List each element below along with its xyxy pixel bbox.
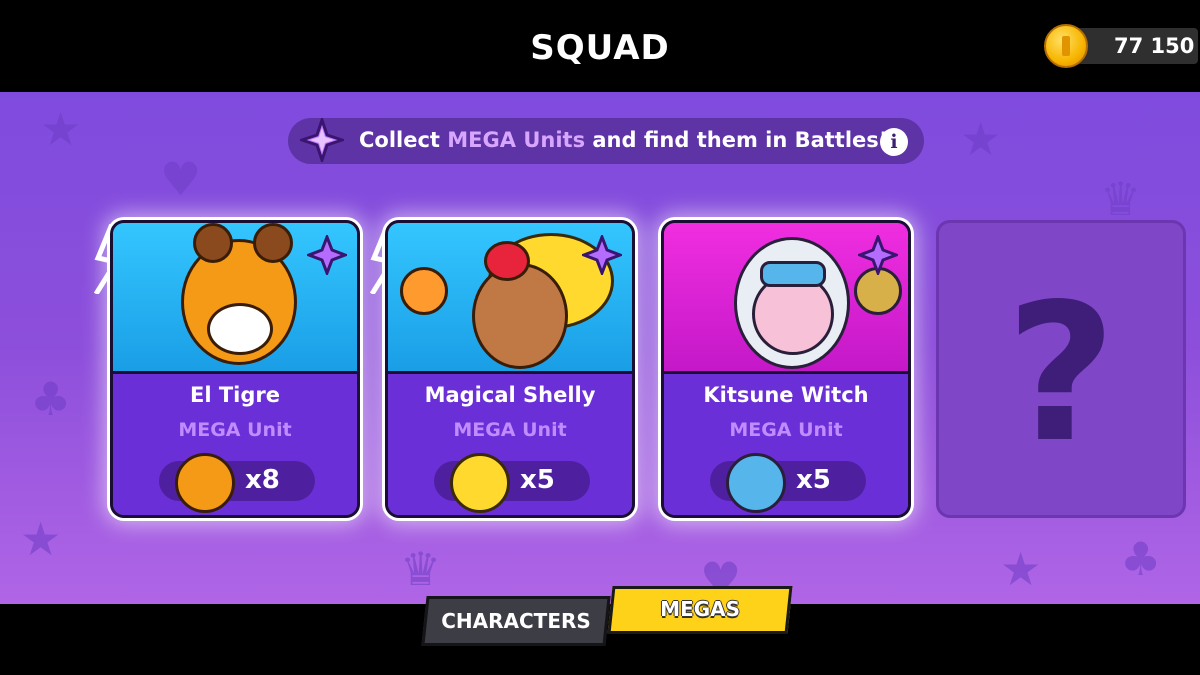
background-pattern-icon: ♛ xyxy=(400,542,442,596)
unit-count: x5 xyxy=(520,465,555,495)
question-mark-icon: ? xyxy=(1005,263,1117,484)
info-icon[interactable]: i xyxy=(880,128,908,156)
card-name: Kitsune Witch xyxy=(703,383,869,407)
coin-icon xyxy=(1044,24,1088,68)
mega-card-kitsune-witch[interactable]: Kitsune Witch MEGA Unit x5 xyxy=(661,220,911,518)
kitsune-headband xyxy=(760,261,826,287)
tiger-beard xyxy=(207,303,273,355)
card-subtitle: MEGA Unit xyxy=(178,419,292,441)
banner-text: Collect MEGA Units and find them in Batt… xyxy=(359,128,888,152)
tiger-mask-icon xyxy=(175,453,235,513)
tab-characters-label: CHARACTERS xyxy=(441,609,591,633)
banner-text-pre: Collect xyxy=(359,128,448,152)
magic-wand xyxy=(400,267,448,315)
card-subtitle: MEGA Unit xyxy=(729,419,843,441)
background-pattern-icon: ★ xyxy=(1000,542,1042,596)
background-pattern-icon: ♣ xyxy=(1120,532,1162,586)
mega-card-magical-shelly[interactable]: Magical Shelly MEGA Unit x5 xyxy=(385,220,635,518)
coin-amount: 77 150 xyxy=(1114,34,1195,58)
tab-characters[interactable]: CHARACTERS xyxy=(421,596,611,646)
banner-text-highlight: MEGA Units xyxy=(447,128,586,152)
card-name: Magical Shelly xyxy=(424,383,596,407)
mega-star-icon xyxy=(307,235,347,275)
page-title: SQUAD xyxy=(530,28,670,68)
background-pattern-icon: ★ xyxy=(960,112,1002,166)
banner-text-post: and find them in Battles! xyxy=(585,128,889,152)
top-bar: SQUAD 77 150 xyxy=(0,0,1200,92)
mega-star-icon xyxy=(858,235,898,275)
magical-shelly-portrait xyxy=(472,263,568,369)
mega-star-icon xyxy=(300,118,344,162)
background-pattern-icon: ♥ xyxy=(160,152,202,206)
heart-tiara xyxy=(484,241,530,281)
tiger-ear xyxy=(193,223,233,263)
background-pattern-icon: ★ xyxy=(20,512,62,566)
unit-count: x8 xyxy=(245,465,280,495)
card-subtitle: MEGA Unit xyxy=(453,419,567,441)
coin-counter[interactable]: 77 150 xyxy=(1044,24,1198,68)
shelly-face-icon xyxy=(450,453,510,513)
mega-card-el-tigre[interactable]: El Tigre MEGA Unit x8 xyxy=(110,220,360,518)
kitsune-face-icon xyxy=(726,453,786,513)
background-pattern-icon: ♛ xyxy=(1100,172,1142,226)
tab-megas-label: MEGAS xyxy=(660,597,741,621)
background-pattern-icon: ★ xyxy=(40,102,82,156)
background-pattern-icon: ♣ xyxy=(30,372,72,426)
unit-count: x5 xyxy=(796,465,831,495)
tab-megas[interactable]: MEGAS xyxy=(607,586,793,634)
card-name: El Tigre xyxy=(189,383,280,407)
tiger-ear xyxy=(253,223,293,263)
locked-mega-slot[interactable]: ? xyxy=(936,220,1186,518)
mega-star-icon xyxy=(582,235,622,275)
